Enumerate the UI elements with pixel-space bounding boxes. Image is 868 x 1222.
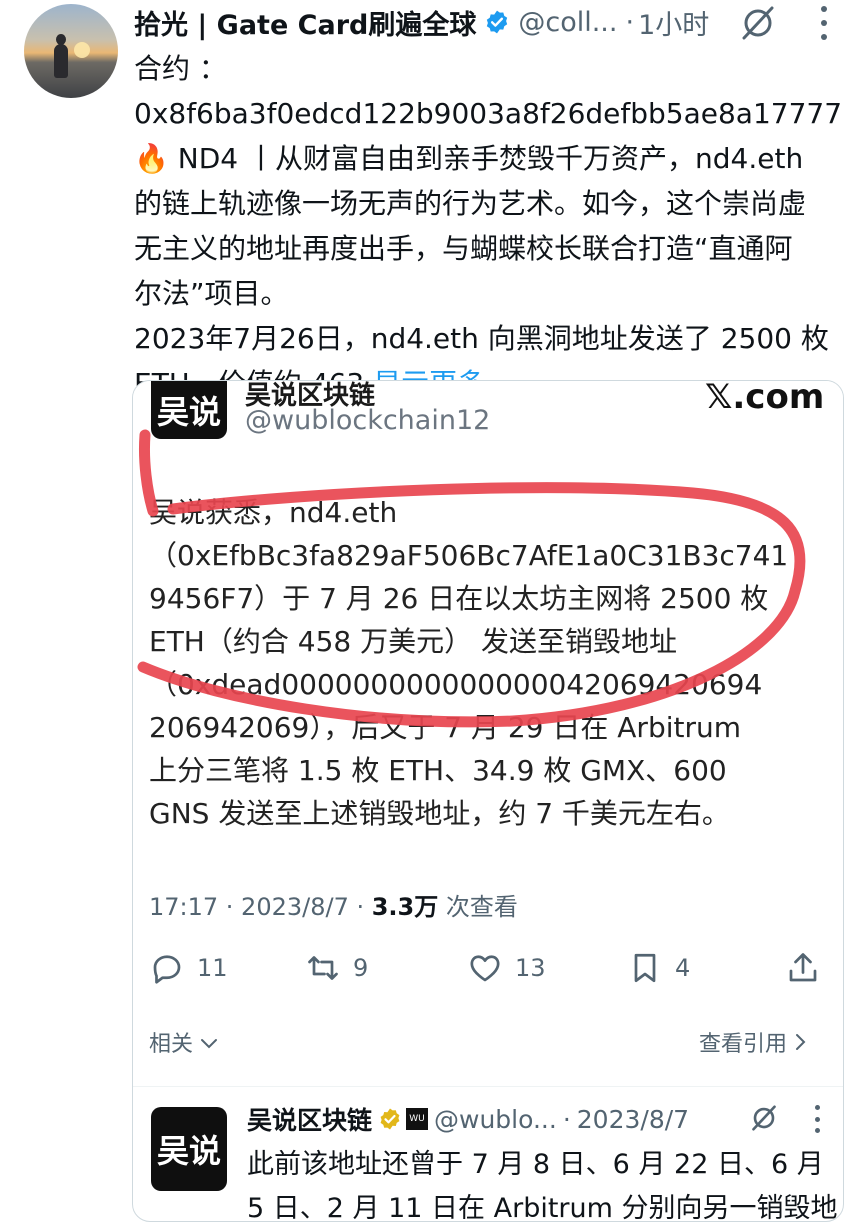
view-quotes-label: 查看引用 (699, 1032, 788, 1057)
related-dropdown[interactable]: 相关 (149, 1026, 218, 1058)
body-line: 2023年7月26日，nd4.eth 向黑洞地址发送了 2500 枚 (134, 322, 829, 355)
retweet-count: 9 (353, 954, 369, 982)
author-avatar[interactable] (24, 4, 118, 98)
quote-author-name[interactable]: 吴说区块链 (247, 1101, 372, 1137)
screenshot-image[interactable]: 吴说 吴说区块链 @wublockchain12 𝕏.com 吴说获悉，nd4.… (133, 381, 843, 851)
fire-emoji: 🔥 (134, 142, 169, 175)
bookmark-icon (634, 953, 656, 983)
body-line: 🔥 ND4 丨从财富自由到亲手焚毁千万资产，nd4.eth (134, 136, 844, 181)
body-line-text: ND4 丨从财富自由到亲手焚毁千万资产，nd4.eth (177, 142, 804, 175)
more-options-icon[interactable] (810, 6, 838, 40)
reply-count: 11 (197, 954, 228, 982)
share-icon (789, 953, 817, 982)
post-meta: 17:17 · 2023/8/7 · 3.3万 次查看 (149, 887, 518, 922)
action-bar: 11 9 13 4 (133, 946, 843, 990)
post-header: 拾光 | Gate Card刷遍全球 @coll... · 1小时 (134, 2, 709, 42)
author-name[interactable]: 拾光 | Gate Card刷遍全球 (134, 3, 476, 42)
avatar-figure (54, 44, 68, 78)
quote-header: 吴说区块链 WU @wublo... · 2023/8/7 (247, 1099, 689, 1139)
bookmark-button[interactable]: 4 (627, 946, 690, 990)
bookmark-count: 4 (675, 954, 691, 982)
like-count: 13 (515, 954, 546, 982)
image-line: GNS 发送至上述销毁地址，约 7 千美元左右。 (149, 797, 730, 830)
body-line: 尔法”项目。 (134, 277, 289, 310)
author-handle[interactable]: @coll... (518, 7, 617, 38)
post-time[interactable]: 1小时 (638, 3, 709, 42)
body-line: 0x8f6ba3f0edcd122b9003a8f26defbb5ae8a177… (134, 97, 843, 130)
meta-time: 17:17 · 2023/8/7 · (149, 893, 372, 921)
view-count-label: 次查看 (438, 893, 518, 921)
post-body: 合约 ： 0x8f6ba3f0edcd122b9003a8f26defbb5ae… (134, 46, 844, 406)
red-scribble-annotation (137, 429, 806, 728)
verified-badge-icon (487, 10, 508, 34)
heart-icon (470, 955, 500, 982)
quote-body: 此前该地址还曾于 7 月 8 日、6 月 22 日、6 月 5 日、2 月 11… (247, 1143, 838, 1222)
body-line: 的链上轨迹像一场无声的行为艺术。如今，这个崇尚虚 (134, 187, 807, 220)
image-line: 上分三笔将 1.5 枚 ETH、34.9 枚 GMX、600 (149, 754, 727, 787)
related-label: 相关 (149, 1032, 194, 1057)
view-count: 3.3万 (371, 893, 439, 921)
body-line: 合约 ： (134, 52, 227, 85)
separator-dot: · (562, 1104, 571, 1134)
chevron-right-icon (796, 1034, 806, 1050)
grok-icon[interactable] (738, 4, 778, 42)
more-options-icon[interactable] (807, 1105, 827, 1133)
embedded-card[interactable]: 吴说 吴说区块链 @wublockchain12 𝕏.com 吴说获悉，nd4.… (132, 380, 844, 1222)
chevron-down-icon (201, 1039, 218, 1049)
quote-line: 此前该地址还曾于 7 月 8 日、6 月 22 日、6 月 (247, 1149, 824, 1180)
body-line: 无主义的地址再度出手，与蝴蝶校长联合打造“直通阿 (134, 232, 793, 265)
separator-dot: · (625, 6, 635, 38)
x-logo-text: 𝕏.com (705, 380, 825, 417)
affiliate-badge-icon: WU (406, 1108, 429, 1130)
quote-avatar[interactable]: 吴说 (151, 1107, 227, 1191)
divider (133, 1086, 843, 1087)
view-quotes-link[interactable]: 查看引用 (699, 1026, 808, 1058)
reply-icon (153, 955, 181, 984)
retweet-button[interactable]: 9 (305, 946, 368, 990)
reply-button[interactable]: 11 (149, 946, 228, 990)
grok-icon[interactable] (749, 1103, 779, 1133)
like-button[interactable]: 13 (467, 946, 546, 990)
quote-handle[interactable]: @wublo... (434, 1105, 557, 1134)
retweet-icon (308, 956, 338, 980)
avatar-sun (74, 42, 90, 58)
verified-gold-badge-icon (380, 1108, 400, 1130)
share-button[interactable] (785, 946, 833, 990)
quote-date[interactable]: 2023/8/7 (577, 1105, 689, 1134)
quote-line: 5 日、2 月 11 日在 Arbitrum 分别向另一销毁地 (247, 1193, 838, 1222)
